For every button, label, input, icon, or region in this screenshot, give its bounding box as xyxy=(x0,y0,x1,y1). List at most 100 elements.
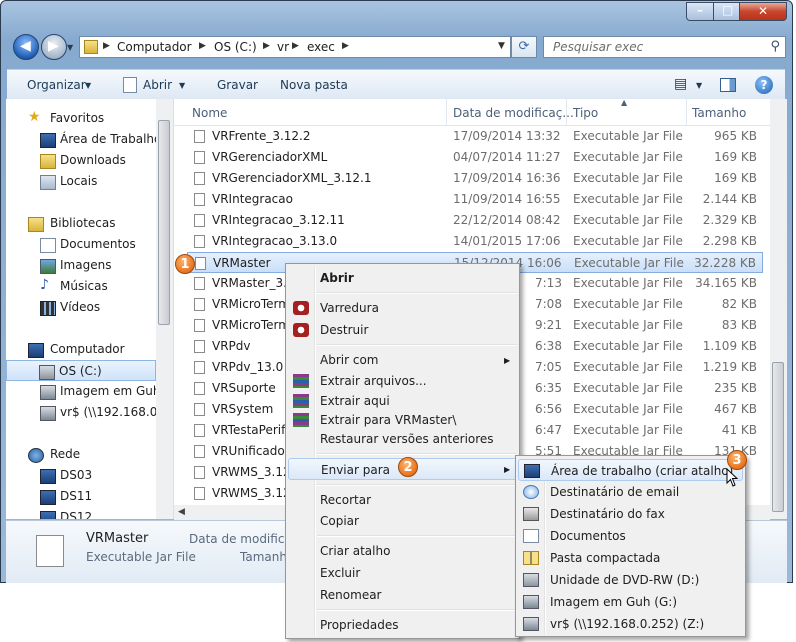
close-button[interactable]: ✕ xyxy=(739,2,787,21)
jar-file-icon xyxy=(194,424,205,437)
send-to-zip[interactable]: Pasta compactada xyxy=(518,547,743,569)
nav-ds12[interactable]: DS12 xyxy=(6,507,156,519)
documents-icon xyxy=(40,238,56,253)
nav-music[interactable]: ♪ Músicas xyxy=(6,276,156,297)
nav-favorites[interactable]: ★ Favoritos xyxy=(6,108,156,129)
zip-folder-icon xyxy=(523,551,539,565)
context-menu: Abrir Varredura Destruir Abrir com ▶ Ext… xyxy=(285,263,520,639)
column-name[interactable]: Nome xyxy=(192,106,227,120)
open-button[interactable]: Abrir xyxy=(143,78,172,92)
menu-item-rename[interactable]: Renomear xyxy=(288,584,517,606)
minimize-button[interactable]: – xyxy=(686,2,714,21)
jar-file-icon xyxy=(194,445,205,458)
help-icon[interactable]: ? xyxy=(755,76,773,94)
send-to-image-g[interactable]: Imagem em Guh (G:) xyxy=(518,591,743,613)
antivirus-icon xyxy=(293,301,309,315)
view-dropdown-icon[interactable]: ▼ xyxy=(696,81,702,90)
details-file-type: Executable Jar File xyxy=(86,550,196,564)
nav-libraries[interactable]: Bibliotecas xyxy=(6,213,156,234)
file-row[interactable]: VRGerenciadorXML_3.12.1 17/09/2014 16:36 E… xyxy=(187,168,763,189)
column-date[interactable]: Data de modificaç... xyxy=(453,106,574,120)
menu-item-destroy[interactable]: Destruir xyxy=(288,319,517,341)
send-to-documents[interactable]: Documentos xyxy=(518,525,743,547)
nav-drive-c[interactable]: OS (C:) xyxy=(6,360,156,381)
breadcrumb-exec[interactable]: exec xyxy=(307,40,335,54)
jar-file-icon xyxy=(194,403,205,416)
nav-computer[interactable]: Computador xyxy=(6,339,156,360)
menu-item-scan[interactable]: Varredura xyxy=(288,297,517,319)
computer-icon xyxy=(40,511,56,519)
breadcrumb-vr[interactable]: vr xyxy=(277,40,289,54)
send-to-fax[interactable]: Destinatário do fax xyxy=(518,503,743,525)
jar-file-icon xyxy=(194,193,205,206)
search-input[interactable]: Pesquisar exec ⚲ xyxy=(543,36,786,58)
step-badge-1: 1 xyxy=(175,254,195,274)
new-folder-button[interactable]: Nova pasta xyxy=(280,78,348,92)
record-button[interactable]: Gravar xyxy=(217,78,258,92)
menu-item-delete[interactable]: Excluir xyxy=(288,562,517,584)
desktop-icon xyxy=(524,464,540,478)
nav-ds11[interactable]: DS11 xyxy=(6,486,156,507)
menu-item-extract-files[interactable]: Extrair arquivos... xyxy=(288,370,517,392)
places-icon xyxy=(40,175,56,190)
send-to-desktop[interactable]: Área de trabalho (criar atalho) xyxy=(518,459,743,481)
preview-pane-icon[interactable] xyxy=(720,78,736,92)
search-icon: ⚲ xyxy=(770,39,780,54)
nav-ds03[interactable]: DS03 xyxy=(6,465,156,486)
jar-file-icon xyxy=(194,298,205,311)
desktop-icon xyxy=(40,133,56,148)
breadcrumb-computador[interactable]: Computador xyxy=(117,40,192,54)
nav-downloads[interactable]: Downloads xyxy=(6,150,156,171)
jar-file-icon xyxy=(194,319,205,332)
view-options-icon[interactable]: ▤ xyxy=(674,76,687,92)
nav-image-guh[interactable]: Imagem em Guh (G:) xyxy=(6,381,173,402)
file-list-scrollbar-thumb[interactable] xyxy=(772,362,784,512)
nav-network[interactable]: Rede xyxy=(6,444,156,465)
address-bar[interactable]: ▶ Computador ▶ OS (C:) ▶ vr ▶ exec ▶ ▼ xyxy=(79,36,511,58)
jar-file-large-icon xyxy=(36,535,64,567)
organize-button[interactable]: Organizar xyxy=(27,78,86,92)
nav-videos[interactable]: Vídeos xyxy=(6,297,156,318)
address-dropdown[interactable]: ▼ xyxy=(498,41,505,51)
menu-item-open[interactable]: Abrir xyxy=(288,267,517,289)
column-size[interactable]: Tamanho xyxy=(692,106,746,120)
send-to-dvd[interactable]: Unidade de DVD-RW (D:) xyxy=(518,569,743,591)
refresh-button[interactable]: ⟳ xyxy=(511,36,537,58)
details-file-name: VRMaster xyxy=(86,531,149,546)
nav-places[interactable]: Locais xyxy=(6,171,156,192)
breadcrumb-drive-c[interactable]: OS (C:) xyxy=(214,40,257,54)
recent-pages-dropdown[interactable]: ▼ xyxy=(67,43,73,52)
mail-icon xyxy=(523,485,539,499)
star-icon: ★ xyxy=(28,109,41,125)
network-drive-icon xyxy=(523,595,539,609)
nav-vr-share[interactable]: vr$ (\\192.168.0.252) xyxy=(6,402,173,423)
navigation-pane: ★ Favoritos Área de Trabalho Downloads L… xyxy=(6,99,174,519)
forward-button[interactable]: ▶ xyxy=(41,34,67,60)
scroll-left-icon[interactable]: ◀ xyxy=(178,507,185,517)
menu-item-open-with[interactable]: Abrir com xyxy=(288,349,517,371)
menu-item-create-shortcut[interactable]: Criar atalho xyxy=(288,540,517,562)
documents-icon xyxy=(523,529,539,543)
nav-scrollbar-thumb[interactable] xyxy=(158,120,170,325)
jar-file-icon xyxy=(194,172,205,185)
file-row[interactable]: VRIntegracao_3.12.11 22/12/2014 08:42 Exec… xyxy=(187,210,763,231)
column-type[interactable]: Tipo xyxy=(573,106,598,120)
send-to-vr-z[interactable]: vr$ (\\192.168.0.252) (Z:) xyxy=(518,613,743,635)
menu-item-restore[interactable]: Restaurar versões anteriores xyxy=(288,428,517,450)
jar-file-icon xyxy=(123,77,137,93)
send-to-mail[interactable]: Destinatário de email xyxy=(518,481,743,503)
menu-item-cut[interactable]: Recortar xyxy=(288,489,517,511)
maximize-button[interactable]: □ xyxy=(713,2,740,21)
file-row[interactable]: VRIntegracao_3.13.0 14/01/2015 17:06 Execu… xyxy=(187,231,763,252)
computer-icon xyxy=(40,469,56,484)
nav-images[interactable]: Imagens xyxy=(6,255,156,276)
file-row[interactable]: VRIntegracao 11/09/2014 16:55 Executable J… xyxy=(187,189,763,210)
nav-desktop[interactable]: Área de Trabalho xyxy=(6,129,161,150)
menu-item-copy[interactable]: Copiar xyxy=(288,510,517,532)
file-row[interactable]: VRFrente_3.12.2 17/09/2014 13:32 Executabl… xyxy=(187,126,763,147)
archive-icon xyxy=(293,394,309,408)
back-button[interactable]: ◀ xyxy=(13,34,39,60)
file-row[interactable]: VRGerenciadorXML 04/07/2014 11:27 Executab… xyxy=(187,147,763,168)
menu-item-properties[interactable]: Propriedades xyxy=(288,614,517,636)
nav-documents[interactable]: Documentos xyxy=(6,234,156,255)
